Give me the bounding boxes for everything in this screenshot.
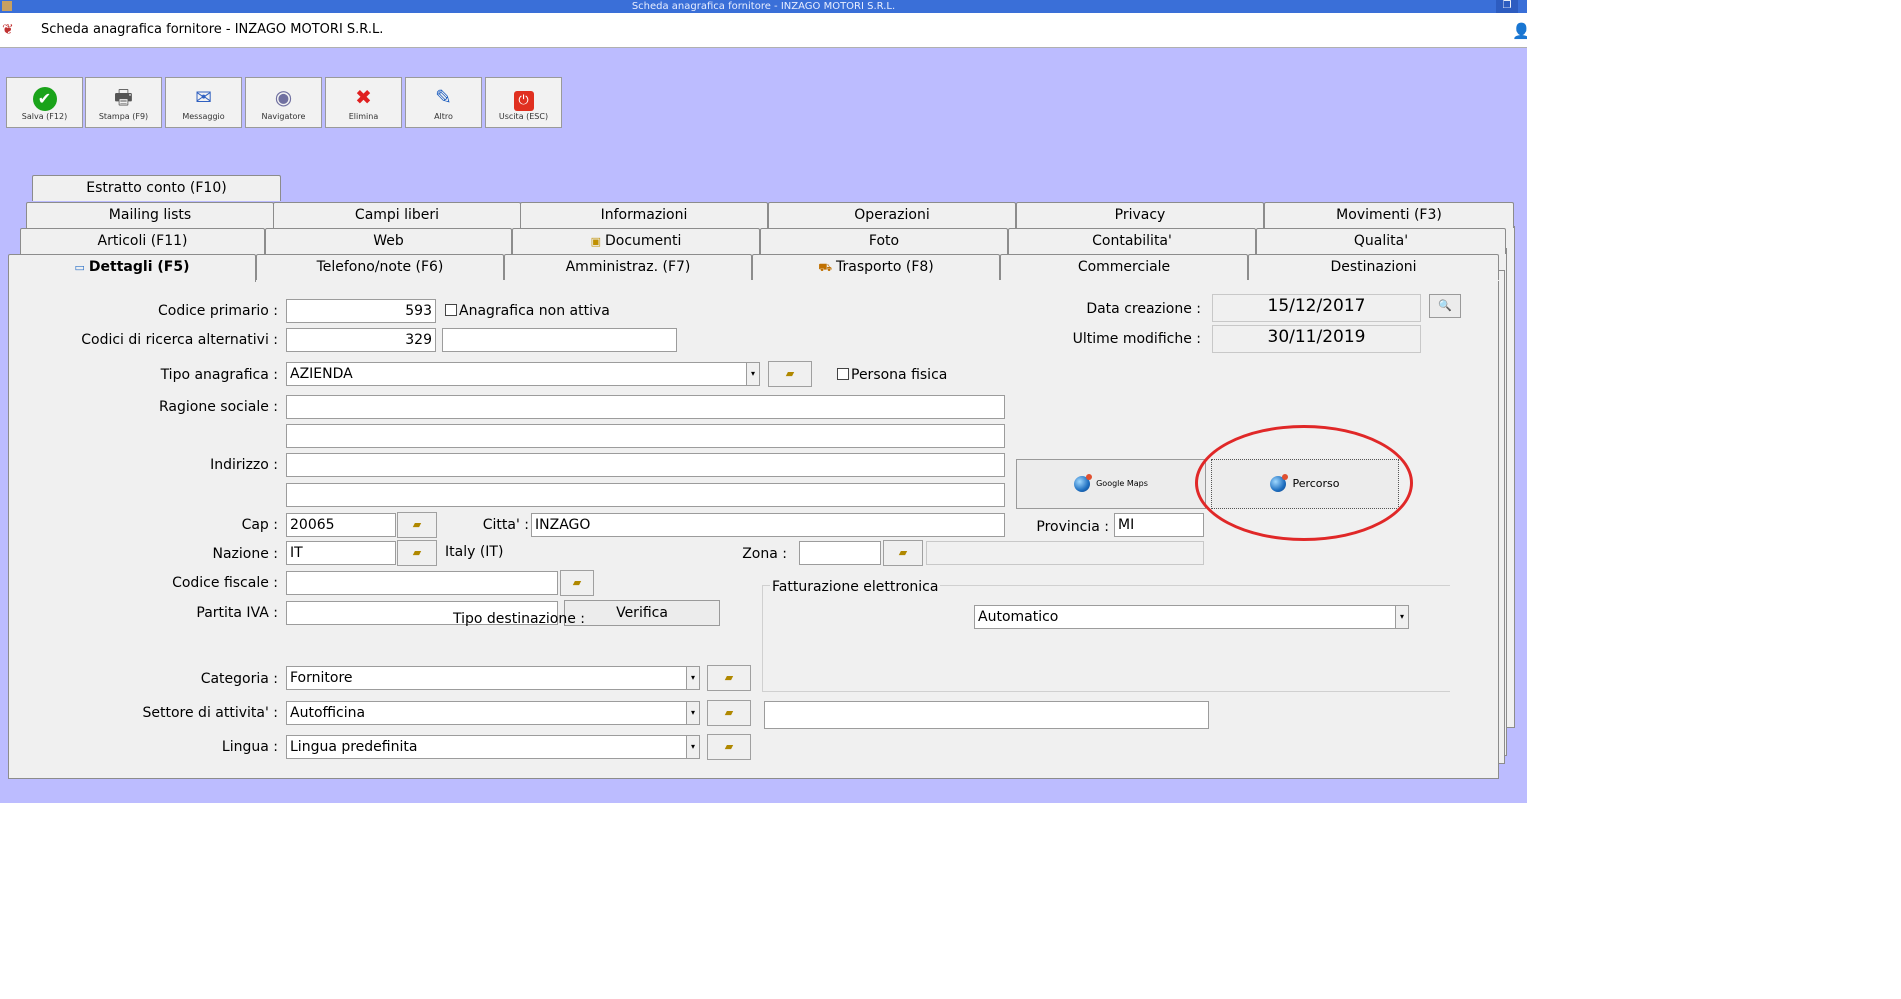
settore-select[interactable]: Autofficina ▾ [286, 701, 700, 725]
anagrafica-non-attiva-checkbox[interactable]: Anagrafica non attiva [445, 303, 610, 319]
lingua-label: Lingua : [221, 739, 278, 755]
zona-label: Zona : [742, 546, 787, 562]
data-creazione-label: Data creazione : [1086, 301, 1201, 317]
nazione-field[interactable]: IT [286, 541, 396, 565]
percorso-button[interactable]: Percorso [1211, 459, 1399, 509]
ultime-modifiche-label: Ultime modifiche : [1072, 331, 1201, 347]
folder-icon: ▰ [724, 706, 734, 719]
zona-description [926, 541, 1204, 565]
folder-icon: ▰ [412, 546, 422, 559]
citta-field[interactable]: INZAGO [531, 513, 1005, 537]
indirizzo-field-2[interactable] [286, 483, 1005, 507]
chevron-down-icon[interactable]: ▾ [686, 736, 699, 758]
cap-folder-button[interactable]: ▰ [397, 512, 437, 538]
zona-folder-button[interactable]: ▰ [883, 540, 923, 566]
zona-field[interactable] [799, 541, 881, 565]
tipo-anagrafica-select[interactable]: AZIENDA ▾ [286, 362, 760, 386]
persona-fisica-checkbox[interactable]: Persona fisica [837, 367, 947, 383]
codice-fiscale-field[interactable] [286, 571, 558, 595]
settore-label: Settore di attivita' : [142, 705, 279, 721]
cap-field[interactable]: 20065 [286, 513, 396, 537]
tipo-destinazione-select[interactable]: Automatico ▾ [974, 605, 1409, 629]
categoria-select[interactable]: Fornitore ▾ [286, 666, 700, 690]
ragione-sociale-field-1[interactable] [286, 395, 1005, 419]
ragione-sociale-field-2[interactable] [286, 424, 1005, 448]
nazione-folder-button[interactable]: ▰ [397, 540, 437, 566]
codice-primario-field[interactable]: 593 [286, 299, 436, 323]
folder-icon: ▰ [785, 367, 795, 380]
folder-icon: ▰ [724, 740, 734, 753]
citta-label: Citta' : [482, 517, 529, 533]
tipo-anagrafica-label: Tipo anagrafica : [160, 367, 278, 383]
globe-icon [1270, 474, 1289, 492]
folder-icon: ▰ [412, 518, 422, 531]
folder-icon: ▰ [724, 671, 734, 684]
folder-icon: ▰ [898, 546, 908, 559]
codice-primario-label: Codice primario : [157, 303, 278, 319]
indirizzo-label: Indirizzo : [210, 457, 278, 473]
tipo-destinazione-label: Tipo destinazione : [453, 611, 585, 627]
provincia-label: Provincia : [1036, 519, 1109, 535]
codice-fiscale-label: Codice fiscale : [172, 575, 278, 591]
settore-extra-field[interactable] [764, 701, 1209, 729]
chevron-down-icon[interactable]: ▾ [1395, 606, 1408, 628]
lingua-select[interactable]: Lingua predefinita ▾ [286, 735, 700, 759]
folder-icon: ▰ [572, 576, 582, 589]
details-form: Codice primario : 593 Anagrafica non att… [0, 0, 1527, 803]
magnifier-icon: 🔍 [1438, 299, 1452, 312]
ragione-sociale-label: Ragione sociale : [159, 399, 278, 415]
codici-ricerca-extra-field[interactable] [442, 328, 677, 352]
codici-ricerca-label: Codici di ricerca alternativi : [81, 332, 278, 348]
verifica-button[interactable]: Verifica [564, 600, 720, 626]
categoria-folder-button[interactable]: ▰ [707, 665, 751, 691]
settore-folder-button[interactable]: ▰ [707, 700, 751, 726]
application-window: Scheda anagrafica fornitore - INZAGO MOT… [0, 0, 1527, 803]
tipo-anagrafica-folder-button[interactable]: ▰ [768, 361, 812, 387]
partita-iva-label: Partita IVA : [196, 605, 278, 621]
chevron-down-icon[interactable]: ▾ [686, 667, 699, 689]
globe-icon [1074, 473, 1093, 492]
provincia-field[interactable]: MI [1114, 513, 1204, 537]
ultime-modifiche-field: 30/11/2019 [1212, 325, 1421, 353]
fatturazione-elettronica-label: Fatturazione elettronica [770, 579, 941, 595]
google-maps-button[interactable]: Google Maps [1016, 459, 1206, 509]
history-button[interactable]: 🔍 [1429, 294, 1461, 318]
nazione-description: Italy (IT) [442, 541, 720, 565]
indirizzo-field-1[interactable] [286, 453, 1005, 477]
cap-label: Cap : [241, 517, 278, 533]
nazione-label: Nazione : [212, 546, 278, 562]
fatturazione-elettronica-group [762, 585, 1450, 692]
chevron-down-icon[interactable]: ▾ [746, 363, 759, 385]
lingua-folder-button[interactable]: ▰ [707, 734, 751, 760]
categoria-label: Categoria : [200, 671, 278, 687]
codici-ricerca-field[interactable]: 329 [286, 328, 436, 352]
codice-fiscale-folder-button[interactable]: ▰ [560, 570, 594, 596]
data-creazione-field: 15/12/2017 [1212, 294, 1421, 322]
chevron-down-icon[interactable]: ▾ [686, 702, 699, 724]
